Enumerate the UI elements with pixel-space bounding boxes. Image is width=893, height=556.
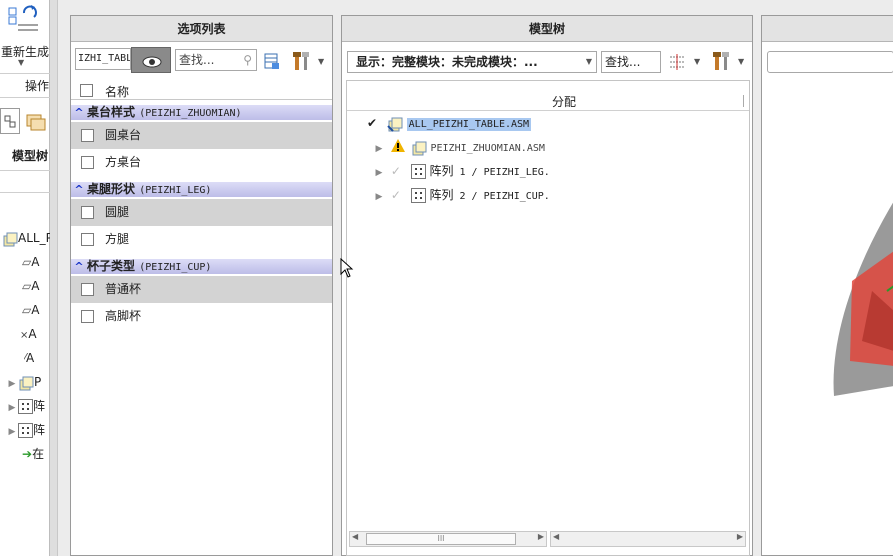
chevron-down-icon[interactable]: ▼	[694, 57, 700, 66]
tree-node-root[interactable]: ✔ ALL_PEIZHI_TABLE.ASM	[367, 111, 532, 135]
scroll-thumb[interactable]: III	[366, 533, 516, 545]
left-sidebar: 重新生成 ▼ 操作 模型树 ALL_P ▱A ▱A ▱A ⨯A ⁄A ▶ P ▶ 阵…	[0, 0, 50, 556]
mouse-cursor-icon	[340, 257, 354, 278]
select-all-checkbox[interactable]	[80, 84, 93, 97]
option-row[interactable]: 方腿	[71, 226, 332, 253]
chevron-down-icon[interactable]: ▼	[318, 57, 324, 66]
collapse-caret-icon[interactable]: ^	[71, 259, 87, 274]
tools-icon[interactable]	[291, 50, 313, 72]
left-tree-item[interactable]: ⨯A	[20, 322, 50, 346]
model-search-input[interactable]: 查找...	[601, 51, 661, 73]
warning-icon	[390, 136, 407, 160]
scroll-right-icon[interactable]: ▶	[737, 532, 743, 541]
collapse-caret-icon[interactable]: ^	[71, 105, 87, 120]
regenerate-label[interactable]: 重新生成	[0, 43, 50, 60]
preview-panel	[761, 15, 893, 556]
scroll-right-icon[interactable]: ▶	[538, 532, 544, 541]
name-column-label: 名称	[105, 85, 130, 99]
option-checkbox[interactable]	[81, 206, 94, 219]
option-checkbox[interactable]	[81, 156, 94, 169]
option-group-header[interactable]: ^ 杯子类型 (PEIZHI_CUP)	[71, 259, 332, 274]
assembly-icon	[18, 375, 34, 391]
filter-input[interactable]: IZHI_TABL	[75, 48, 131, 70]
option-group-header[interactable]: ^ 桌腿形状 (PEIZHI_LEG)	[71, 182, 332, 197]
expand-arrow-icon[interactable]: ▶	[371, 161, 387, 185]
assembly-icon	[2, 231, 18, 247]
operations-label[interactable]: 操作	[25, 77, 49, 94]
tree-node[interactable]: ▶ PEIZHI_ZHUOMIAN.ASM	[371, 135, 545, 159]
collapse-caret-icon[interactable]: ^	[71, 182, 87, 197]
assembly-icon	[387, 116, 403, 132]
option-row[interactable]: 圆腿	[71, 199, 332, 226]
option-row[interactable]: 圆桌台	[71, 122, 332, 149]
option-row[interactable]: 高脚杯	[71, 303, 332, 330]
pattern-icon	[18, 423, 33, 438]
tree-node[interactable]: ▶ ✓ 阵列 1 / PEIZHI_LEG.	[371, 159, 550, 183]
expand-arrow-icon[interactable]: ▶	[371, 185, 387, 209]
checkmark-icon: ✔	[367, 116, 378, 130]
option-checkbox[interactable]	[81, 310, 94, 323]
left-tree-item[interactable]: ▶ 阵	[6, 418, 50, 442]
checkmark-icon: ✓	[390, 188, 401, 202]
eye-button[interactable]	[131, 47, 171, 73]
left-tree-item[interactable]: ▱A	[22, 250, 50, 274]
option-checkbox[interactable]	[81, 233, 94, 246]
left-horizontal-scrollbar[interactable]: ◀ III ▶	[349, 531, 547, 547]
left-tree-item[interactable]: ▶ P	[6, 370, 50, 394]
tree-node[interactable]: ▶ ✓ 阵列 2 / PEIZHI_CUP.	[371, 183, 550, 207]
chevron-down-icon[interactable]: ▼	[738, 57, 744, 66]
display-select[interactable]: 显示：完整模块：未完成模块：... ▼	[347, 51, 597, 73]
option-group-header[interactable]: ^ 桌台样式 (PEIZHI_ZHUOMIAN)	[71, 105, 332, 120]
preview-search-input[interactable]	[767, 51, 893, 73]
left-tree-item[interactable]: ▱A	[22, 274, 50, 298]
expand-arrow-icon[interactable]: ▶	[371, 137, 387, 161]
left-tree-item[interactable]: ➔在	[22, 442, 50, 466]
option-checkbox[interactable]	[81, 283, 94, 296]
insert-here-icon: ➔	[22, 447, 33, 461]
model-tree-label[interactable]: 模型树	[12, 147, 50, 164]
assign-column-header: 分配	[347, 91, 749, 111]
left-tree-item[interactable]: ⁄A	[24, 346, 50, 370]
chevron-down-icon: ▼	[585, 57, 592, 66]
preview-panel-header	[762, 16, 893, 42]
options-column-header: 名称	[71, 82, 332, 100]
option-row[interactable]: 普通杯	[71, 276, 332, 303]
sash-divider[interactable]	[50, 0, 58, 556]
eye-icon	[142, 56, 162, 68]
table-icon[interactable]	[263, 52, 281, 70]
datum-plane-icon: ▱	[22, 303, 32, 317]
datum-plane-icon: ▱	[22, 255, 32, 269]
model-tree-panel: 模型树 显示：完整模块：未完成模块：... ▼ 查找... ▼ ▼ 分配 ✔ A…	[341, 15, 753, 556]
scroll-left-icon[interactable]: ◀	[553, 532, 559, 541]
option-row[interactable]: 方桌台	[71, 149, 332, 176]
scroll-left-icon[interactable]: ◀	[352, 532, 358, 541]
tree-tab-icon[interactable]	[0, 108, 20, 134]
left-tree-item[interactable]: ▱A	[22, 298, 50, 322]
pattern-icon	[410, 164, 426, 179]
tools-icon[interactable]	[711, 50, 733, 72]
folder-tab-icon[interactable]	[24, 110, 48, 134]
options-list-panel: 选项列表 IZHI_TABL 查找... ⚲ ▼ 名称 ^ 桌台样式 (PEIZH…	[70, 15, 333, 556]
checkmark-icon: ✓	[390, 164, 401, 178]
right-horizontal-scrollbar[interactable]: ◀ ▶	[550, 531, 746, 547]
model-tree-view: 分配 ✔ ALL_PEIZHI_TABLE.ASM ▶ PEIZHI_ZHUOM…	[346, 80, 750, 556]
model-preview	[832, 191, 893, 401]
assembly-icon	[411, 140, 427, 156]
left-tree-item[interactable]: ▶ 阵	[6, 394, 50, 418]
pattern-icon	[18, 399, 33, 414]
model-panel-title: 模型树	[342, 16, 752, 42]
datum-plane-icon: ▱	[22, 279, 32, 293]
options-search-input[interactable]: 查找... ⚲	[175, 49, 257, 71]
left-tree-item[interactable]: ALL_P	[2, 226, 50, 250]
assign-column-label: 分配	[552, 95, 577, 109]
options-panel-title: 选项列表	[71, 16, 332, 42]
search-icon: ⚲	[243, 53, 252, 67]
option-checkbox[interactable]	[81, 129, 94, 142]
column-settings-icon[interactable]	[667, 52, 687, 72]
regenerate-icon[interactable]	[8, 3, 40, 35]
pattern-icon	[410, 188, 426, 203]
chevron-down-icon[interactable]: ▼	[18, 58, 24, 67]
